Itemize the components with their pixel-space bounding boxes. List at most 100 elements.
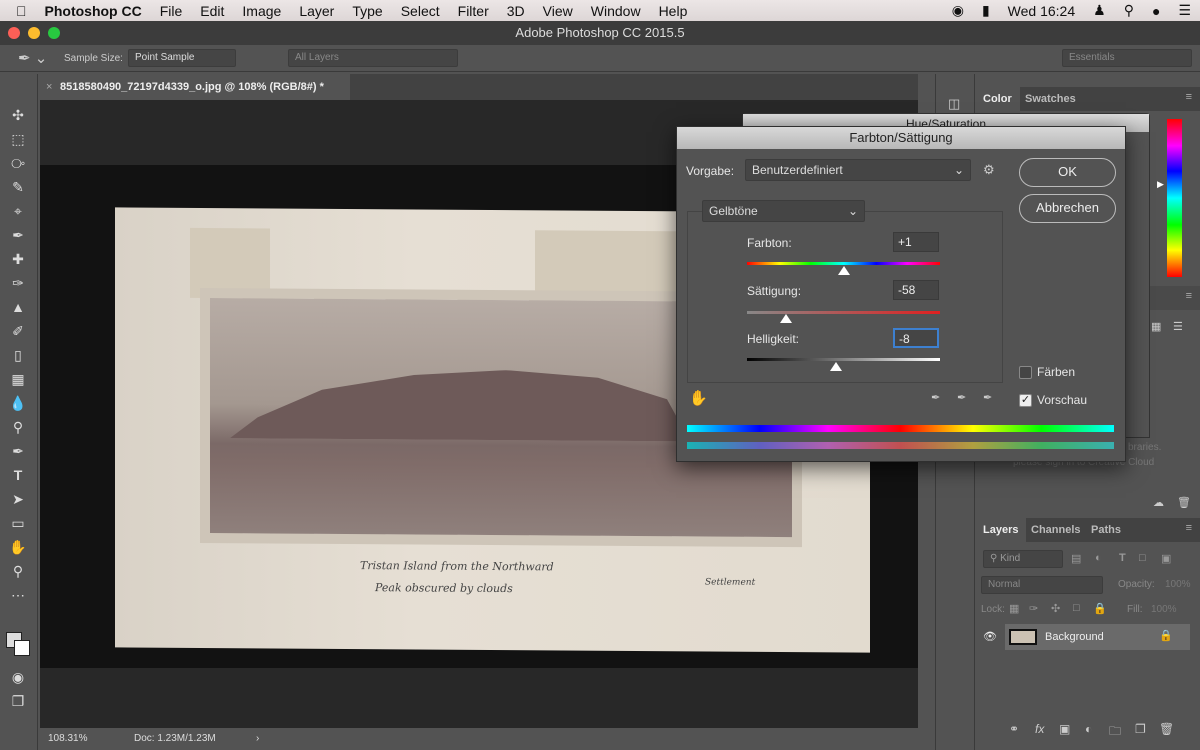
lock-all-icon[interactable]: 🔒 xyxy=(1093,602,1107,615)
filter-type-icon[interactable]: T xyxy=(1119,552,1126,564)
quick-select-tool-icon[interactable]: ✎ xyxy=(9,178,27,196)
zoom-level[interactable]: 108.31% xyxy=(48,728,87,750)
saturation-slider-track[interactable] xyxy=(747,311,940,314)
visibility-eye-icon[interactable]: 👁 xyxy=(983,630,997,643)
hue-slider-track[interactable] xyxy=(747,262,940,265)
zoom-window-button[interactable] xyxy=(48,27,60,39)
notifications-icon[interactable]: ☰ xyxy=(1169,2,1200,19)
cancel-button[interactable]: Abbrechen xyxy=(1019,194,1116,223)
brush-tool-icon[interactable]: ✑ xyxy=(9,274,27,292)
eyedropper-add-icon[interactable]: ✒ xyxy=(957,391,966,404)
lock-artboard-icon[interactable]: □ xyxy=(1073,602,1080,614)
menu-filter[interactable]: Filter xyxy=(449,3,498,19)
layer-row-background[interactable]: Background 🔒 xyxy=(1005,624,1190,650)
sample-layers-select[interactable]: All Layers xyxy=(288,49,458,67)
eyedropper-tool-icon[interactable]: ✒ xyxy=(9,226,27,244)
opacity-value[interactable]: 100% xyxy=(1165,579,1191,590)
lock-transparent-icon[interactable]: ▦ xyxy=(1009,602,1019,615)
filter-shape-icon[interactable]: □ xyxy=(1139,552,1146,564)
preset-select[interactable]: Benutzerdefiniert ⌄ xyxy=(745,159,971,181)
blend-mode-select[interactable]: Normal xyxy=(981,576,1103,594)
targeted-adjustment-hand-icon[interactable]: ✋ xyxy=(689,389,708,407)
tab-color[interactable]: Color xyxy=(975,87,1020,111)
move-tool-icon[interactable]: ✣ xyxy=(9,106,27,124)
dodge-tool-icon[interactable]: ⚲ xyxy=(9,418,27,436)
menu-edit[interactable]: Edit xyxy=(191,3,233,19)
menu-window[interactable]: Window xyxy=(582,3,650,19)
grid-view-icon[interactable]: ▦ xyxy=(1151,320,1161,333)
workspace-select[interactable]: Essentials xyxy=(1062,49,1192,67)
clock[interactable]: Wed 16:24 xyxy=(999,3,1084,19)
quick-mask-icon[interactable]: ◉ xyxy=(9,668,27,686)
apple-icon[interactable]:  xyxy=(0,3,36,19)
path-select-icon[interactable]: ➤ xyxy=(9,490,27,508)
hand-tool-icon[interactable]: ✋ xyxy=(9,538,27,556)
channel-select[interactable]: Gelbtöne ⌄ xyxy=(702,200,865,222)
lightness-input[interactable]: -8 xyxy=(893,328,939,348)
colorize-checkbox[interactable] xyxy=(1019,366,1032,379)
eyedropper-subtract-icon[interactable]: ✒ xyxy=(983,391,992,404)
pen-tool-icon[interactable]: ✒ xyxy=(9,442,27,460)
new-layer-icon[interactable]: ❐ xyxy=(1135,722,1146,736)
lightness-slider-track[interactable] xyxy=(747,358,940,361)
menu-app[interactable]: Photoshop CC xyxy=(36,3,151,19)
type-tool-icon[interactable]: T xyxy=(9,466,27,484)
wifi-icon[interactable]: ◉ xyxy=(943,2,973,19)
lock-position-icon[interactable]: ✣ xyxy=(1051,602,1060,615)
filter-smart-object-icon[interactable]: ▣ xyxy=(1161,552,1171,565)
background-color-swatch[interactable] xyxy=(14,640,30,656)
eraser-tool-icon[interactable]: ▯ xyxy=(9,346,27,364)
hue-input[interactable]: +1 xyxy=(893,232,939,252)
more-tools-icon[interactable]: ⋯ xyxy=(9,586,27,604)
layers-menu-icon[interactable]: ≡ xyxy=(1186,522,1192,534)
menu-image[interactable]: Image xyxy=(233,3,290,19)
link-layers-icon[interactable]: ⚭ xyxy=(1009,722,1019,736)
lock-image-icon[interactable]: ✑ xyxy=(1029,602,1038,615)
minimize-window-button[interactable] xyxy=(28,27,40,39)
lightness-slider-thumb[interactable] xyxy=(830,362,842,371)
lasso-tool-icon[interactable]: ⧂ xyxy=(9,154,27,172)
list-view-icon[interactable]: ☰ xyxy=(1173,320,1183,333)
menu-help[interactable]: Help xyxy=(650,3,697,19)
gradient-tool-icon[interactable]: ▦ xyxy=(9,370,27,388)
panel-menu-icon[interactable]: ≡ xyxy=(1186,91,1192,103)
preset-options-gear-icon[interactable]: ⚙ xyxy=(983,162,995,178)
blur-tool-icon[interactable]: 💧 xyxy=(9,394,27,412)
delete-layer-icon[interactable]: 🗑 xyxy=(1159,722,1174,736)
history-brush-icon[interactable]: ✐ xyxy=(9,322,27,340)
screen-mode-icon[interactable]: ❐ xyxy=(9,692,27,710)
healing-tool-icon[interactable]: ✚ xyxy=(9,250,27,268)
history-panel-icon[interactable]: ◫ xyxy=(948,96,960,112)
menu-file[interactable]: File xyxy=(151,3,192,19)
zoom-tool-icon[interactable]: ⚲ xyxy=(9,562,27,580)
siri-icon[interactable]: ● xyxy=(1143,3,1169,19)
marquee-tool-icon[interactable]: ⬚ xyxy=(9,130,27,148)
preview-checkbox[interactable]: ✓ xyxy=(1019,394,1032,407)
tab-swatches[interactable]: Swatches xyxy=(1017,87,1084,111)
spotlight-icon[interactable]: ⚲ xyxy=(1115,2,1143,19)
hue-spectrum-bar[interactable] xyxy=(1167,119,1182,277)
saturation-slider-thumb[interactable] xyxy=(780,314,792,323)
new-adjustment-icon[interactable]: ◐ xyxy=(1085,722,1092,736)
ok-button[interactable]: OK xyxy=(1019,158,1116,187)
hue-slider-thumb[interactable] xyxy=(838,266,850,275)
filter-pixel-icon[interactable]: ▤ xyxy=(1071,552,1081,565)
menu-view[interactable]: View xyxy=(534,3,582,19)
eyedropper-icon[interactable]: ✒ xyxy=(931,391,940,404)
layer-filter-kind[interactable]: ⚲ Kind xyxy=(983,550,1063,568)
filter-adjustment-icon[interactable]: ◐ xyxy=(1095,552,1102,564)
tab-layers[interactable]: Layers xyxy=(975,518,1027,542)
new-group-icon[interactable]: 🗀 xyxy=(1109,722,1121,743)
hue-slider-marker-icon[interactable]: ▶ xyxy=(1157,179,1164,190)
status-menu-arrow-icon[interactable]: › xyxy=(256,728,259,750)
close-tab-icon[interactable]: × xyxy=(46,74,52,100)
tab-channels[interactable]: Channels xyxy=(1023,518,1089,542)
add-mask-icon[interactable]: ▣ xyxy=(1059,722,1070,736)
libraries-trash-icon[interactable]: 🗑 xyxy=(1177,496,1191,509)
menu-layer[interactable]: Layer xyxy=(290,3,343,19)
shape-tool-icon[interactable]: ▭ xyxy=(9,514,27,532)
user-icon[interactable]: ♟ xyxy=(1084,2,1115,19)
tab-paths[interactable]: Paths xyxy=(1083,518,1129,542)
menu-select[interactable]: Select xyxy=(392,3,449,19)
libraries-menu-icon[interactable]: ≡ xyxy=(1186,290,1192,302)
